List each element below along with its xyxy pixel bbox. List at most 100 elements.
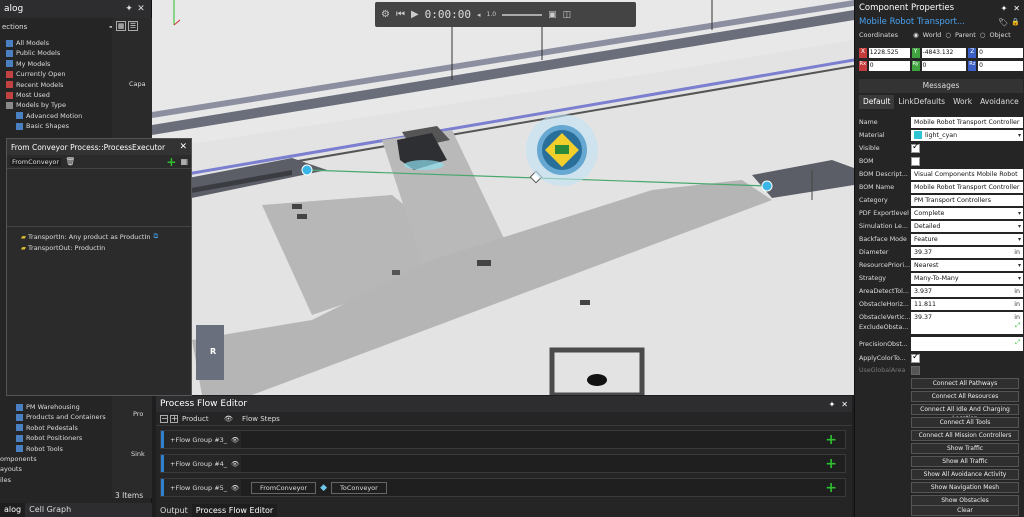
collapse-all-icon[interactable]: − xyxy=(160,414,168,423)
add-step-button[interactable]: + xyxy=(825,480,837,496)
tab-output[interactable]: Output xyxy=(156,504,192,517)
tree-item-products-containers[interactable]: Products and Containers xyxy=(0,412,112,422)
tree-item-components[interactable]: omponents xyxy=(0,454,112,464)
close-icon[interactable]: ✕ xyxy=(841,400,848,409)
tree-item-all-models[interactable]: All Models xyxy=(0,38,112,48)
delete-icon[interactable]: 🗑 xyxy=(65,157,75,166)
rx-field[interactable]: 0 xyxy=(868,61,910,71)
pdf-exportlevel-select[interactable]: Complete ▾ xyxy=(911,207,1023,219)
3d-viewport[interactable]: R xyxy=(152,0,854,395)
entry-transport-out[interactable]: ▰ TransportOut: ProductIn xyxy=(21,242,177,253)
add-process-button[interactable]: + xyxy=(166,155,176,169)
tree-item-my-models[interactable]: My Models xyxy=(0,59,112,69)
y-field[interactable]: -4843.132 xyxy=(921,48,967,58)
speed-slider[interactable] xyxy=(502,13,543,16)
bom-checkbox[interactable] xyxy=(911,156,920,166)
visibility-icon[interactable]: 👁 xyxy=(231,460,239,468)
visibility-icon[interactable]: 👁 xyxy=(231,436,239,444)
simulation-level-select[interactable]: Detailed ▾ xyxy=(911,220,1023,232)
tree-item-layouts[interactable]: ayouts xyxy=(0,464,112,474)
pin-icon[interactable]: ✦ xyxy=(1001,4,1008,13)
show-navigation-mesh-button[interactable]: Show Navigation Mesh xyxy=(911,482,1019,493)
resource-priority-select[interactable]: Nearest ▾ xyxy=(911,259,1023,271)
add-step-button[interactable]: + xyxy=(825,456,837,472)
component-name[interactable]: Mobile Robot Transport... xyxy=(859,17,998,27)
expand-all-icon[interactable]: + xyxy=(170,414,178,423)
close-icon[interactable]: ✕ xyxy=(135,3,147,15)
grid-icon[interactable]: ▦ xyxy=(180,157,188,166)
close-icon[interactable]: ✕ xyxy=(1013,4,1020,13)
radio-object[interactable]: ○ xyxy=(980,31,986,39)
bom-name-field[interactable]: Mobile Robot Transport Controller xyxy=(911,181,1023,193)
connect-all-tools-button[interactable]: Connect All Tools xyxy=(911,417,1019,428)
tree-item-basic-shapes[interactable]: Basic Shapes xyxy=(0,121,112,131)
entry-transport-in[interactable]: ▰ TransportIn: Any product as ProductIn … xyxy=(21,231,177,242)
ry-field[interactable]: 0 xyxy=(921,61,967,71)
list-view-icon[interactable]: ☰ xyxy=(128,21,138,31)
tree-item-advanced-motion[interactable]: Advanced Motion xyxy=(0,111,112,121)
reset-icon[interactable]: ⏮ xyxy=(396,9,405,20)
lock-icon[interactable]: 🔒 xyxy=(1011,18,1020,26)
applycolor-checkbox[interactable] xyxy=(911,352,920,363)
exclude-obstacles-field[interactable]: ⤢ xyxy=(911,320,1023,334)
material-field[interactable]: light_cyan ▾ xyxy=(911,129,1023,141)
obstacle-horiz-field[interactable]: 11.811 in xyxy=(911,298,1023,310)
tree-item-public-models[interactable]: Public Models xyxy=(0,48,112,58)
tab-catalog[interactable]: alog xyxy=(0,503,26,517)
show-obstacles-button[interactable]: Show Obstacles xyxy=(911,495,1019,506)
tree-item-robot-tools[interactable]: Robot Tools xyxy=(0,444,112,454)
tag-icon[interactable]: 🏷 xyxy=(998,18,1008,27)
x-field[interactable]: 1228.525 xyxy=(868,48,910,58)
play-icon[interactable]: ▶ xyxy=(411,9,419,20)
grid-view-icon[interactable]: ▦ xyxy=(116,21,126,31)
settings-gear-icon[interactable]: ⚙ xyxy=(381,9,390,20)
messages-button[interactable]: Messages xyxy=(859,79,1023,93)
add-step-button[interactable]: + xyxy=(825,432,837,448)
show-traffic-button[interactable]: Show Traffic xyxy=(911,443,1019,454)
flow-group-row[interactable]: + Flow Group #3_ 👁 + xyxy=(160,430,846,449)
flow-group-row[interactable]: + Flow Group #4_ 👁 + xyxy=(160,454,846,473)
name-field[interactable]: Mobile Robot Transport Controller xyxy=(911,116,1023,128)
bom-description-field[interactable]: Visual Components Mobile Robot xyxy=(911,168,1023,180)
view-cube[interactable]: R xyxy=(196,325,224,380)
area-detect-field[interactable]: 3.937 in xyxy=(911,285,1023,297)
tab-avoidance[interactable]: Avoidance xyxy=(976,95,1023,109)
pin-icon[interactable]: ✦ xyxy=(123,3,135,15)
visible-checkbox[interactable] xyxy=(911,142,920,153)
link-icon[interactable]: ⧉ xyxy=(154,232,159,241)
visibility-icon[interactable]: 👁 xyxy=(231,484,239,492)
visibility-icon[interactable]: 👁 xyxy=(224,415,238,423)
connect-idle-charging-button[interactable]: Connect All Idle And Charging Location xyxy=(911,404,1019,422)
strategy-select[interactable]: Many-To-Many ▾ xyxy=(911,272,1023,284)
record-icon[interactable]: ▣ xyxy=(548,10,557,20)
connect-all-resources-button[interactable]: Connect All Resources xyxy=(911,391,1019,402)
flow-group-row[interactable]: + Flow Group #5_ 👁 FromConveyor ◆ ToConve… xyxy=(160,478,846,497)
radio-world[interactable]: ◉ xyxy=(913,31,919,39)
flow-step-fromconveyor[interactable]: FromConveyor xyxy=(251,481,317,494)
flow-step-toconveyor[interactable]: ToConveyor xyxy=(331,481,387,494)
diameter-field[interactable]: 39.37 in xyxy=(911,246,1023,258)
tab-linkdefaults[interactable]: LinkDefaults xyxy=(894,95,949,109)
tab-default[interactable]: Default xyxy=(859,95,895,109)
close-icon[interactable]: ✕ xyxy=(179,142,187,152)
speed-slider-left[interactable]: ◂ xyxy=(477,11,481,19)
show-avoidance-activity-button[interactable]: Show All Avoidance Activity xyxy=(911,469,1019,480)
precision-obstacles-field[interactable]: ⤢ xyxy=(911,337,1023,351)
tree-item-robot-pedestals[interactable]: Robot Pedestals xyxy=(0,423,112,433)
tree-item-most-used[interactable]: Most Used xyxy=(0,90,112,100)
tree-item-pm-warehousing[interactable]: PM Warehousing xyxy=(0,402,112,412)
pin-icon[interactable]: ✦ xyxy=(829,400,836,409)
connect-mission-controllers-button[interactable]: Connect All Mission Controllers xyxy=(911,430,1019,441)
tree-item-files[interactable]: iles xyxy=(0,475,112,485)
show-all-traffic-button[interactable]: Show All Traffic xyxy=(911,456,1019,467)
tree-item-models-by-type[interactable]: Models by Type xyxy=(0,100,112,110)
screenshot-icon[interactable]: ◫ xyxy=(563,10,572,20)
tab-fromconveyor[interactable]: FromConveyor xyxy=(10,157,62,166)
tree-item-recent-models[interactable]: Recent Models xyxy=(0,80,112,90)
category-field[interactable]: PM Transport Controllers xyxy=(911,194,1023,206)
backface-mode-select[interactable]: Feature ▾ xyxy=(911,233,1023,245)
z-field[interactable]: 0 xyxy=(978,48,1024,58)
tab-cell-graph[interactable]: Cell Graph xyxy=(25,503,75,517)
tree-item-currently-open[interactable]: Currently Open xyxy=(0,69,112,79)
tree-item-robot-positioners[interactable]: Robot Positioners xyxy=(0,433,112,443)
